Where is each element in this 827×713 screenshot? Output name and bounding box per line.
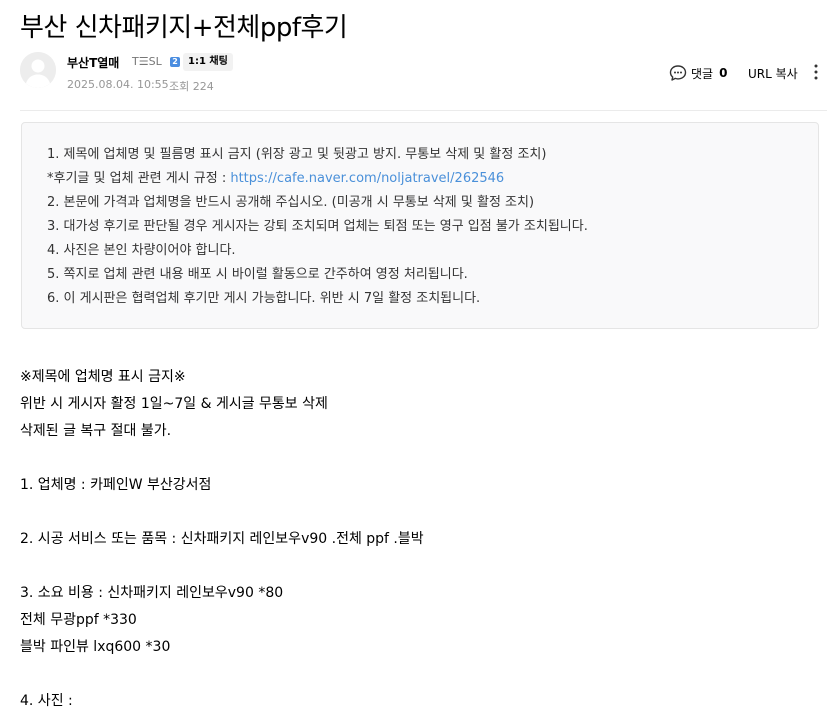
notice-line: 6. 이 게시판은 협력업체 후기만 게시 가능합니다. 위반 시 7일 활정 … xyxy=(47,291,481,306)
view-count: 조회 224 xyxy=(169,80,214,93)
speech-bubble-icon xyxy=(669,65,687,81)
post-page: 부산 신차패키지+전체ppf후기 부산T열매 T☰SL 2 1:1 채팅 202… xyxy=(0,0,827,713)
body-line xyxy=(20,499,810,526)
notice-line: 2. 본문에 가격과 업체명을 반드시 공개해 주십시오. (미공개 시 무통보… xyxy=(47,195,535,210)
body-line: 블박 파인뷰 lxq600 *30 xyxy=(20,639,171,655)
body-line xyxy=(20,445,810,472)
notice-line: 1. 제목에 업체명 및 필름명 표시 금지 (위장 광고 및 뒷광고 방지. … xyxy=(47,147,547,162)
comment-label: 댓글 xyxy=(691,66,714,81)
rules-link[interactable]: https://cafe.naver.com/noljatravel/26254… xyxy=(230,171,504,186)
notice-line: *후기글 및 업체 관련 게시 규정 : https://cafe.naver.… xyxy=(47,167,588,191)
body-line: 삭제된 글 복구 절대 불가. xyxy=(20,423,172,439)
body-line: 위반 시 게시자 활정 1일~7일 & 게시글 무통보 삭제 xyxy=(20,396,328,412)
notice-line: 3. 대가성 후기로 판단될 경우 게시자는 강퇴 조치되며 업체는 퇴점 또는… xyxy=(47,219,588,234)
avatar[interactable] xyxy=(20,52,56,88)
body-line: ※제목에 업체명 표시 금지※ xyxy=(20,369,186,385)
notice-line: 4. 사진은 본인 차량이어야 합니다. xyxy=(47,243,236,258)
comment-count: 0 xyxy=(719,66,728,80)
notice-link-prefix: *후기글 및 업체 관련 게시 규정 : xyxy=(47,171,231,186)
one-on-one-chat-button[interactable]: 1:1 채팅 xyxy=(183,53,233,71)
body-line: 4. 사진 : xyxy=(20,693,73,709)
more-options-icon[interactable] xyxy=(812,62,820,82)
body-line: 2. 시공 서비스 또는 품목 : 신차패키지 레인보우v90 .전체 ppf … xyxy=(20,531,424,547)
body-line: 전체 무광ppf *330 xyxy=(20,612,137,628)
body-line xyxy=(20,553,810,580)
author-row: 부산T열매 T☰SL 2 1:1 채팅 2025.08.04. 10:55 조회… xyxy=(20,52,827,93)
default-profile-icon xyxy=(20,52,56,88)
grade-badge-icon: 2 xyxy=(170,57,180,67)
body-line xyxy=(20,661,810,688)
header-divider xyxy=(20,110,827,111)
comment-button[interactable]: 댓글 0 xyxy=(669,64,727,82)
notice-line: 5. 쪽지로 업체 관련 내용 배포 시 바이럴 활동으로 간주하여 영정 처리… xyxy=(47,267,468,282)
post-date: 2025.08.04. 10:55 xyxy=(67,78,169,91)
member-grade: T☰SL xyxy=(132,55,162,68)
body-line: 1. 업체명 : 카페인W 부산강서점 xyxy=(20,477,212,493)
author-nickname[interactable]: 부산T열매 xyxy=(67,54,119,71)
post-title: 부산 신차패키지+전체ppf후기 xyxy=(20,13,348,43)
notice-list: 1. 제목에 업체명 및 필름명 표시 금지 (위장 광고 및 뒷광고 방지. … xyxy=(47,143,588,311)
post-body: ※제목에 업체명 표시 금지※ 위반 시 게시자 활정 1일~7일 & 게시글 … xyxy=(20,364,810,713)
body-line: 3. 소요 비용 : 신차패키지 레인보우v90 *80 xyxy=(20,585,284,601)
url-copy-button[interactable]: URL 복사 xyxy=(748,65,798,82)
board-notice-box: 1. 제목에 업체명 및 필름명 표시 금지 (위장 광고 및 뒷광고 방지. … xyxy=(21,122,819,329)
